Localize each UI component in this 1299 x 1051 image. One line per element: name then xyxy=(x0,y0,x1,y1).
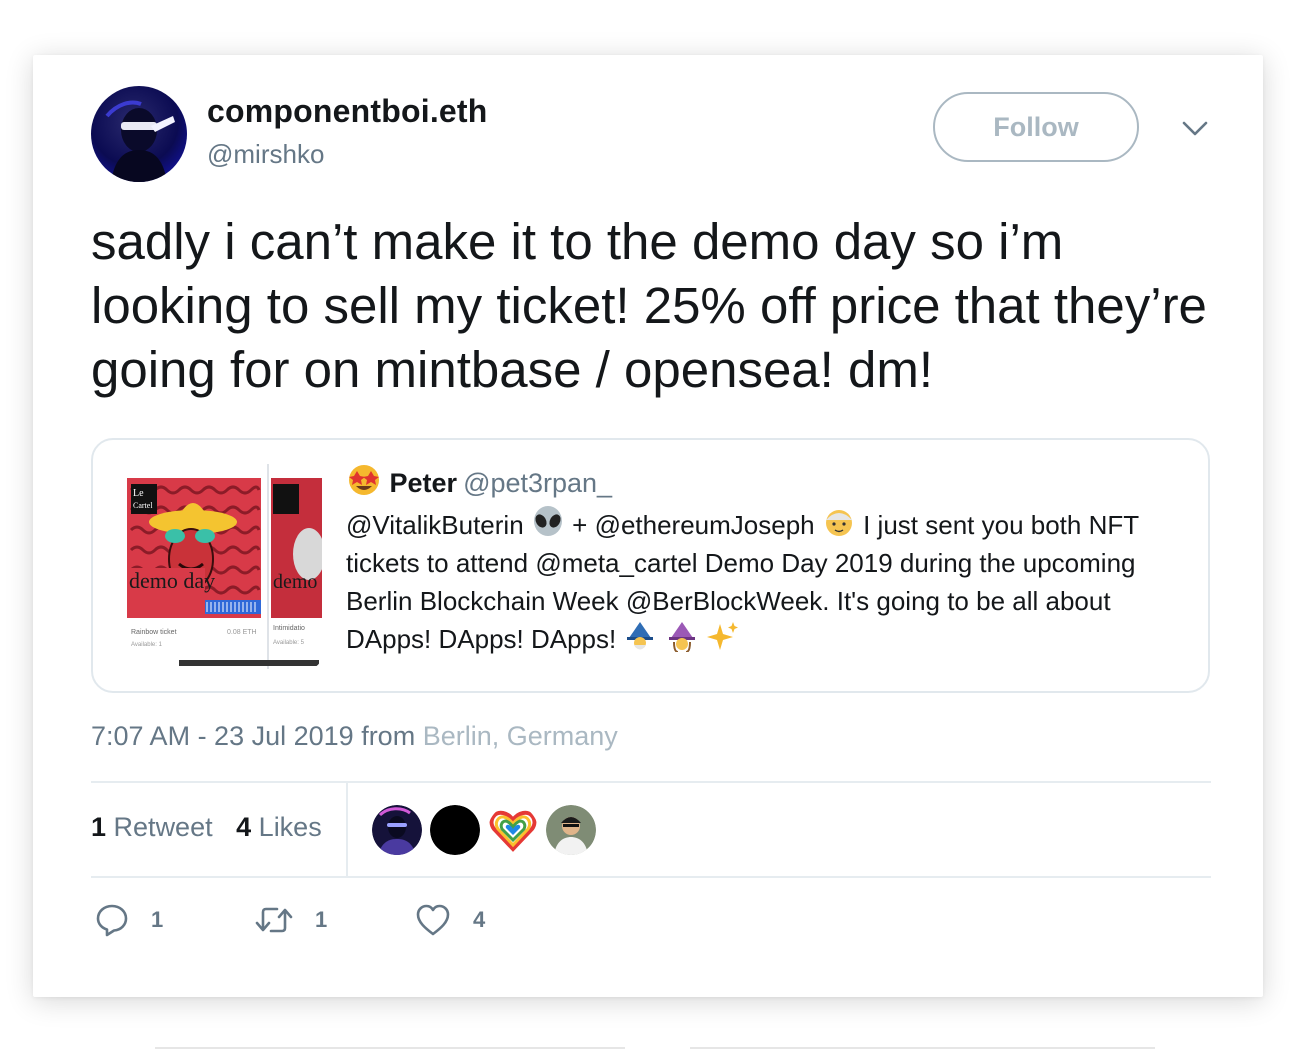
media-ticket-price-1: 0.08 ETH xyxy=(227,629,257,636)
tweet-location[interactable]: Berlin, Germany xyxy=(423,721,618,751)
reply-count: 1 xyxy=(151,907,164,932)
quoted-author-handle[interactable]: @pet3rpan_ xyxy=(463,468,612,498)
like-count: 4 xyxy=(473,907,486,932)
quoted-author-name[interactable]: Peter xyxy=(390,468,458,498)
mention-ethereumjoseph[interactable]: @ethereumJoseph xyxy=(595,510,815,540)
reply-action[interactable]: 1 xyxy=(95,903,163,937)
quoted-tweet-image[interactable]: Le Cartel demo day Rainbow ticket 0.08 E… xyxy=(119,464,322,669)
chevron-down-icon[interactable] xyxy=(1180,117,1210,141)
media-title: demo day xyxy=(129,568,215,593)
stats-divider xyxy=(346,783,348,877)
tweet-text: sadly i can’t make it to the demo day so… xyxy=(91,213,1207,398)
follow-button[interactable]: Follow xyxy=(933,92,1139,162)
sparkles-icon xyxy=(706,622,738,650)
likes-stat-count: 4 xyxy=(236,812,252,842)
retweet-count: 1 xyxy=(315,907,328,932)
retweet-stat-count: 1 xyxy=(91,812,107,842)
retweet-action[interactable]: 1 xyxy=(255,903,327,937)
reply-icon[interactable] xyxy=(95,903,129,937)
retweet-stat-label: Retweet xyxy=(113,812,213,842)
star-struck-icon xyxy=(349,465,379,495)
liker-avatar[interactable] xyxy=(546,805,596,855)
author-display-name[interactable]: componentboi.eth xyxy=(207,93,488,130)
man-mage-icon xyxy=(627,622,654,650)
media-ticket-avail-2: Available: 5 xyxy=(273,640,305,646)
from-word: from xyxy=(361,721,416,751)
divider-top xyxy=(91,781,1211,783)
media-ticket-label-2: Intimidatio xyxy=(273,625,305,632)
likes-stat-label: Likes xyxy=(258,812,322,842)
liker-avatar[interactable] xyxy=(488,805,538,855)
quoted-tweet[interactable]: Le Cartel demo day Rainbow ticket 0.08 E… xyxy=(91,438,1210,693)
liker-avatar[interactable] xyxy=(430,805,480,855)
tweet-metadata: 7:07 AM - 23 Jul 2019 from Berlin, Germa… xyxy=(91,721,618,752)
woman-mage-icon xyxy=(668,622,695,652)
quoted-tweet-text: @VitalikButerin + @ethereumJoseph I just… xyxy=(346,506,1186,658)
page-edge-line xyxy=(690,1047,1155,1049)
media-logo-2: Cartel xyxy=(133,501,153,510)
author-avatar[interactable] xyxy=(91,86,187,182)
media-ticket-avail-1: Available: 1 xyxy=(131,642,163,648)
media-ticket-label-1: Rainbow ticket xyxy=(131,629,177,636)
plus-sign: + xyxy=(572,510,588,540)
like-action[interactable]: 4 xyxy=(415,903,485,937)
divider-bottom xyxy=(91,876,1211,878)
retweet-stat[interactable]: 1 Retweet xyxy=(91,812,213,842)
tweet-timestamp[interactable]: 7:07 AM - 23 Jul 2019 xyxy=(91,721,354,751)
media-logo-1: Le xyxy=(133,488,144,499)
engagement-stats: 1 Retweet 4 Likes xyxy=(91,812,322,843)
liker-avatar[interactable] xyxy=(372,805,422,855)
old-man-icon xyxy=(825,510,852,536)
mention-vitalik[interactable]: @VitalikButerin xyxy=(346,510,524,540)
likes-stat[interactable]: 4 Likes xyxy=(236,812,322,842)
quoted-tweet-header: Peter @pet3rpan_ xyxy=(346,464,612,499)
page-edge-line xyxy=(155,1047,625,1049)
author-handle[interactable]: @mirshko xyxy=(207,139,324,170)
tweet-card: componentboi.eth @mirshko Follow sadly i… xyxy=(33,55,1263,997)
svg-text:demo: demo xyxy=(273,571,317,593)
alien-icon xyxy=(533,506,562,536)
retweet-icon[interactable] xyxy=(255,903,293,937)
heart-icon[interactable] xyxy=(415,903,451,937)
